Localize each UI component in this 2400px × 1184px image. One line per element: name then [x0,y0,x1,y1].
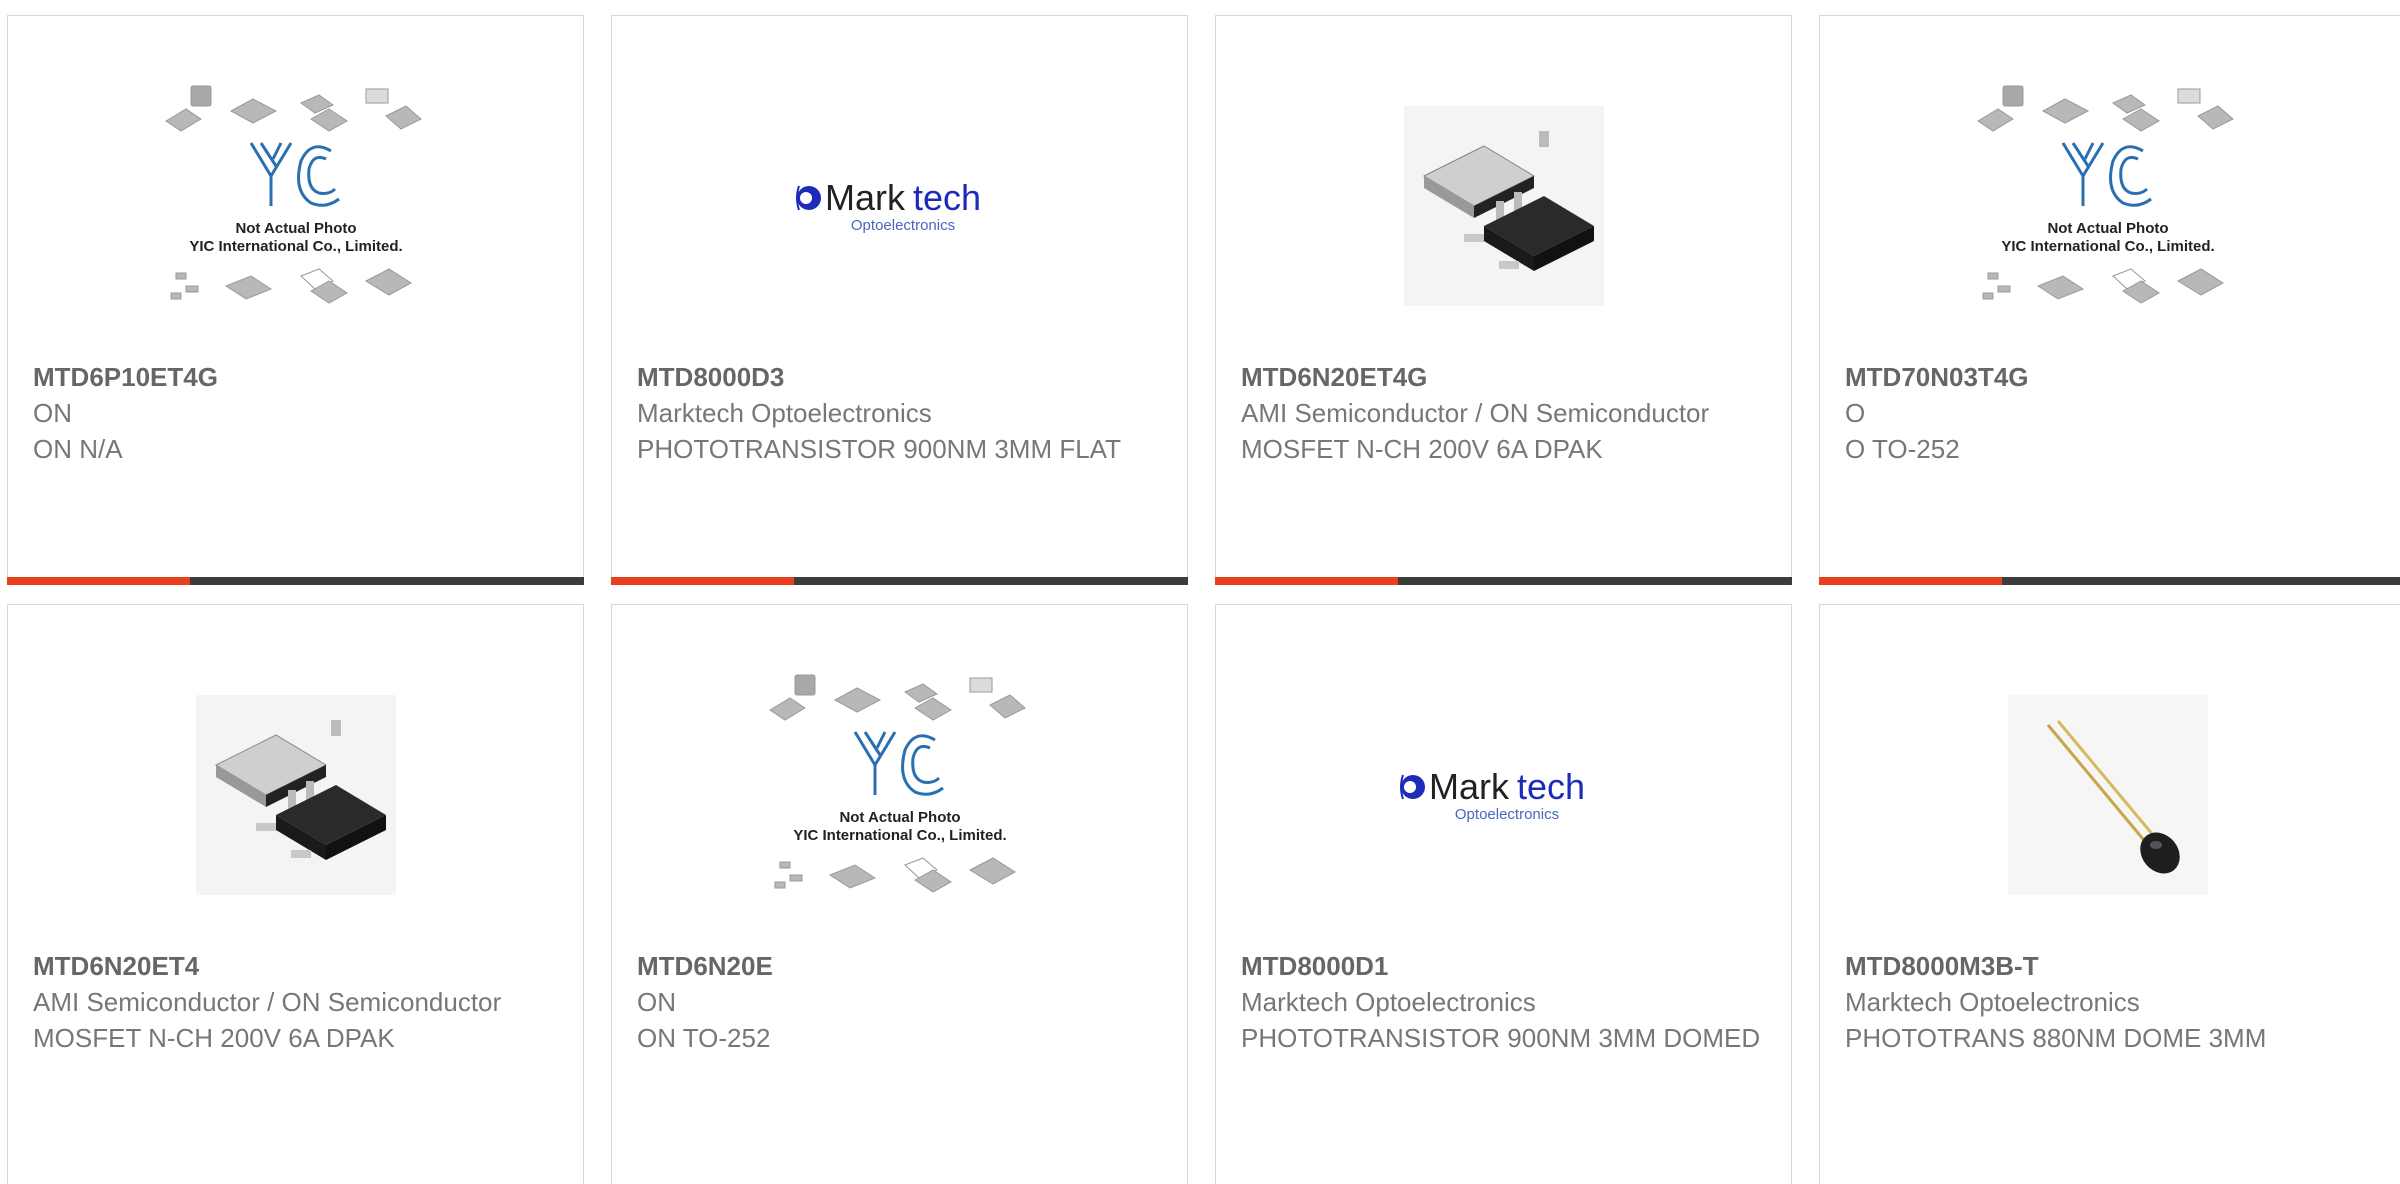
description: PHOTOTRANSISTOR 900NM 3MM FLAT [637,434,1121,464]
product-info: MTD6N20ET4 AMI Semiconductor / ON Semico… [33,948,563,1056]
part-number[interactable]: MTD6P10ET4G [33,359,563,395]
marktech-logo: Mark tech Optoelectronics [1216,645,1791,945]
svg-text:YIC International Co., Limited: YIC International Co., Limited. [189,238,402,255]
description: PHOTOTRANS 880NM DOME 3MM [1845,1023,2267,1053]
product-grid: Not Actual Photo YIC International Co., … [0,0,2400,1184]
svg-text:tech: tech [913,177,981,218]
description: MOSFET N-CH 200V 6A DPAK [33,1023,395,1053]
dpak-package-icon [8,645,583,945]
card-bottom-bar [611,577,1188,585]
manufacturer: AMI Semiconductor / ON Semiconductor [1241,398,1710,428]
part-number[interactable]: MTD70N03T4G [1845,359,2398,395]
product-card[interactable]: MTD6N20ET4 AMI Semiconductor / ON Semico… [7,604,584,1184]
product-card[interactable]: MTD6N20ET4G AMI Semiconductor / ON Semic… [1215,15,1792,585]
card-bottom-bar [1215,577,1792,585]
manufacturer: Marktech Optoelectronics [1845,987,2140,1017]
svg-text:YIC International Co., Limited: YIC International Co., Limited. [2001,238,2214,255]
svg-text:Not Actual Photo: Not Actual Photo [2047,220,2168,237]
yic-placeholder-icon: Not Actual Photo YIC International Co., … [1820,56,2395,356]
phototransistor-icon [1820,645,2395,945]
product-card[interactable]: Not Actual Photo YIC International Co., … [7,15,584,585]
svg-text:Not Actual Photo: Not Actual Photo [839,809,960,826]
svg-text:Optoelectronics: Optoelectronics [850,217,954,234]
svg-text:Mark: Mark [825,177,906,218]
svg-text:Not Actual Photo: Not Actual Photo [235,220,356,237]
product-card[interactable]: Mark tech Optoelectronics MTD8000D3 Mark… [611,15,1188,585]
product-card[interactable]: MTD8000M3B-T Marktech Optoelectronics PH… [1819,604,2400,1184]
svg-text:YIC International Co., Limited: YIC International Co., Limited. [793,827,1006,844]
product-info: MTD8000M3B-T Marktech Optoelectronics PH… [1845,948,2398,1056]
card-bottom-bar [1819,577,2400,585]
product-card[interactable]: Not Actual Photo YIC International Co., … [1819,15,2400,585]
card-bottom-bar [7,577,584,585]
manufacturer: O [1845,398,1866,428]
svg-text:tech: tech [1517,766,1585,807]
product-info: MTD6N20E ON ON TO-252 [637,948,1167,1056]
product-info: MTD70N03T4G O O TO-252 [1845,359,2398,467]
dpak-package-icon [1216,56,1791,356]
part-number[interactable]: MTD6N20ET4G [1241,359,1771,395]
description: PHOTOTRANSISTOR 900NM 3MM DOMED [1241,1023,1761,1053]
manufacturer: AMI Semiconductor / ON Semiconductor [33,987,502,1017]
part-number[interactable]: MTD6N20E [637,948,1167,984]
description: ON TO-252 [637,1023,771,1053]
manufacturer: Marktech Optoelectronics [1241,987,1536,1017]
manufacturer: ON [33,398,72,428]
manufacturer: ON [637,987,676,1017]
product-info: MTD8000D1 Marktech Optoelectronics PHOTO… [1241,948,1771,1056]
product-card[interactable]: Mark tech Optoelectronics MTD8000D1 Mark… [1215,604,1792,1184]
part-number[interactable]: MTD8000D3 [637,359,1167,395]
product-info: MTD6N20ET4G AMI Semiconductor / ON Semic… [1241,359,1771,467]
part-number[interactable]: MTD8000D1 [1241,948,1771,984]
svg-text:Mark: Mark [1429,766,1510,807]
description: ON N/A [33,434,123,464]
manufacturer: Marktech Optoelectronics [637,398,932,428]
svg-text:Optoelectronics: Optoelectronics [1454,806,1558,823]
part-number[interactable]: MTD8000M3B-T [1845,948,2398,984]
marktech-logo: Mark tech Optoelectronics [612,56,1187,356]
yic-placeholder-icon: Not Actual Photo YIC International Co., … [8,56,583,356]
product-card[interactable]: Not Actual Photo YIC International Co., … [611,604,1188,1184]
description: O TO-252 [1845,434,1960,464]
product-info: MTD8000D3 Marktech Optoelectronics PHOTO… [637,359,1167,467]
description: MOSFET N-CH 200V 6A DPAK [1241,434,1603,464]
part-number[interactable]: MTD6N20ET4 [33,948,563,984]
yic-placeholder-icon: Not Actual Photo YIC International Co., … [612,645,1187,945]
product-info: MTD6P10ET4G ON ON N/A [33,359,563,467]
